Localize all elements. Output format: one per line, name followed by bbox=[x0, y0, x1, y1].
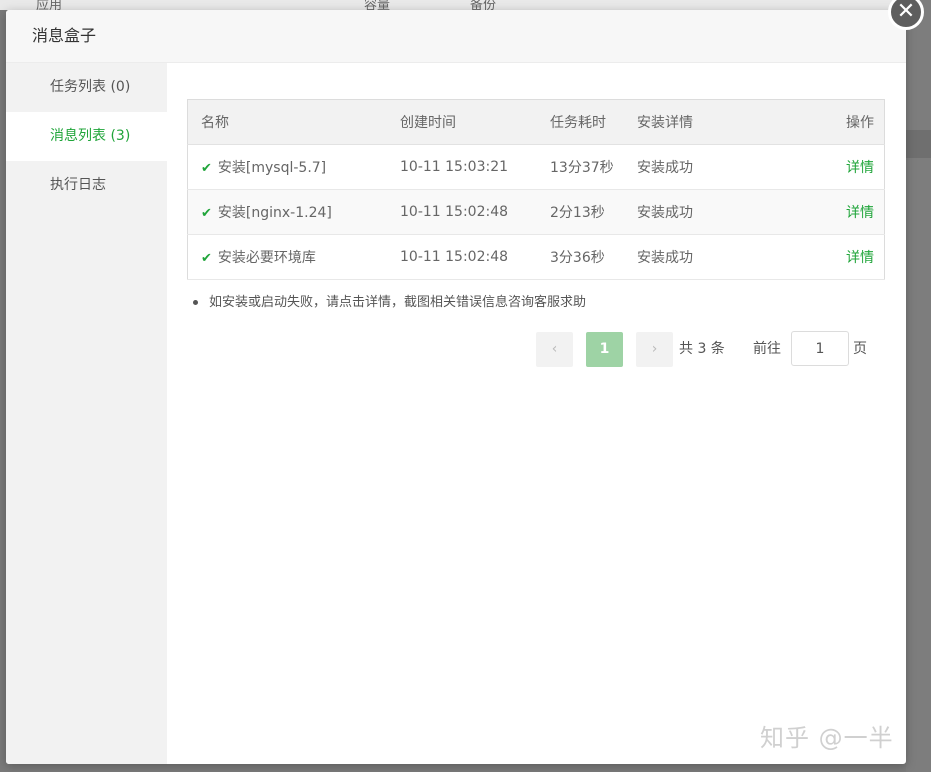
column-header-created: 创建时间 bbox=[400, 99, 550, 145]
column-header-duration: 任务耗时 bbox=[550, 99, 637, 145]
background-text: 备份 bbox=[470, 0, 497, 10]
created-time: 10-11 15:02:48 bbox=[400, 234, 550, 280]
detail-link[interactable]: 详情 bbox=[846, 205, 874, 221]
table-row: ✔ 安装[mysql-5.7] 10-11 15:03:21 13分37秒 安装成… bbox=[187, 144, 885, 190]
page-suffix: 页 bbox=[853, 341, 867, 357]
page-1-button[interactable]: 1 bbox=[586, 332, 623, 367]
table-header-row: 名称 创建时间 任务耗时 安装详情 操作 bbox=[187, 99, 885, 145]
task-name: 安装必要环境库 bbox=[217, 250, 316, 266]
status-text: 安装成功 bbox=[637, 189, 797, 235]
background-page: 应用 容量 备份 bbox=[0, 0, 931, 10]
task-name: 安装[mysql-5.7] bbox=[217, 160, 327, 176]
detail-link[interactable]: 详情 bbox=[846, 250, 874, 266]
created-time: 10-11 15:03:21 bbox=[400, 144, 550, 190]
sidebar-item-task-list[interactable]: 任务列表 (0) bbox=[6, 63, 167, 112]
close-icon: ✕ bbox=[896, 0, 916, 24]
sidebar-item-execution-log[interactable]: 执行日志 bbox=[6, 161, 167, 210]
background-page-right bbox=[906, 0, 931, 772]
column-header-name: 名称 bbox=[187, 99, 400, 145]
dialog-title: 消息盒子 bbox=[6, 10, 906, 63]
next-page-button[interactable]: › bbox=[636, 332, 673, 367]
total-count: 共 3 条 bbox=[679, 341, 725, 357]
duration: 13分37秒 bbox=[550, 144, 637, 190]
watermark: 知乎 @一半 bbox=[760, 724, 894, 752]
message-box-dialog: 消息盒子 任务列表 (0) 消息列表 (3) 执行日志 名称 创建时间 任务耗时… bbox=[6, 10, 906, 764]
goto-page-input[interactable] bbox=[791, 331, 849, 366]
status-text: 安装成功 bbox=[637, 144, 797, 190]
goto-label: 前往 bbox=[753, 341, 781, 357]
column-header-detail: 安装详情 bbox=[637, 99, 797, 145]
column-header-op: 操作 bbox=[797, 99, 885, 145]
check-icon: ✔ bbox=[201, 161, 212, 176]
bullet-icon bbox=[193, 300, 198, 305]
detail-link[interactable]: 详情 bbox=[846, 160, 874, 176]
table-row: ✔ 安装必要环境库 10-11 15:02:48 3分36秒 安装成功 详情 bbox=[187, 234, 885, 280]
duration: 3分36秒 bbox=[550, 234, 637, 280]
help-tip-text: 如安装或启动失败，请点击详情，截图相关错误信息咨询客服求助 bbox=[209, 295, 587, 310]
background-text: 容量 bbox=[364, 0, 391, 10]
main-panel: 名称 创建时间 任务耗时 安装详情 操作 ✔ 安装[mysql-5.7] 10-1… bbox=[167, 63, 906, 764]
status-text: 安装成功 bbox=[637, 234, 797, 280]
check-icon: ✔ bbox=[201, 251, 212, 266]
table-row: ✔ 安装[nginx-1.24] 10-11 15:02:48 2分13秒 安装成… bbox=[187, 189, 885, 235]
task-name: 安装[nginx-1.24] bbox=[217, 205, 332, 221]
help-tip: 如安装或启动失败，请点击详情，截图相关错误信息咨询客服求助 bbox=[193, 291, 586, 310]
background-text: 应用 bbox=[36, 0, 63, 10]
sidebar-item-message-list[interactable]: 消息列表 (3) bbox=[6, 112, 167, 161]
duration: 2分13秒 bbox=[550, 189, 637, 235]
sidebar: 任务列表 (0) 消息列表 (3) 执行日志 bbox=[6, 63, 167, 764]
created-time: 10-11 15:02:48 bbox=[400, 189, 550, 235]
prev-page-button[interactable]: ‹ bbox=[536, 332, 573, 367]
check-icon: ✔ bbox=[201, 206, 212, 221]
message-table: 名称 创建时间 任务耗时 安装详情 操作 ✔ 安装[mysql-5.7] 10-1… bbox=[187, 99, 885, 280]
